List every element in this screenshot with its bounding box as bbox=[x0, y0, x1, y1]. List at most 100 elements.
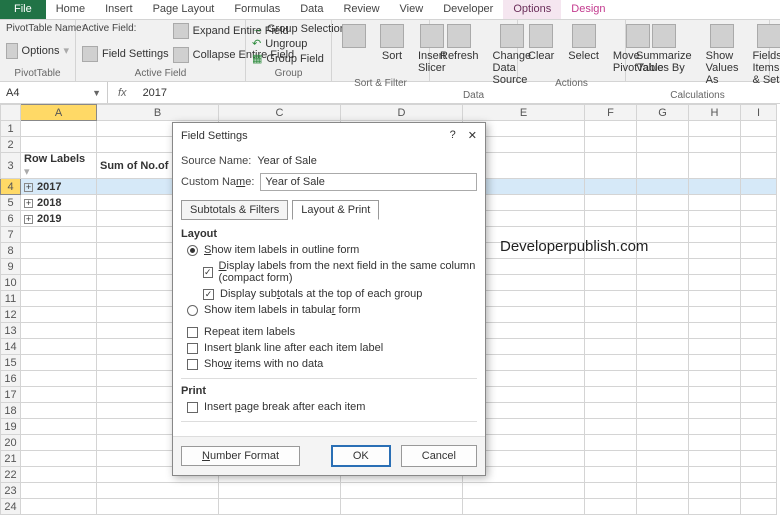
chk-compact[interactable]: ✓ bbox=[203, 267, 213, 278]
ok-button[interactable]: OK bbox=[331, 445, 391, 467]
row-2[interactable]: 2 bbox=[1, 137, 21, 153]
chk-subtotals-top[interactable]: ✓ bbox=[203, 289, 214, 300]
col-F[interactable]: F bbox=[585, 105, 637, 121]
expand-icon[interactable]: + bbox=[24, 215, 33, 224]
cell-A3[interactable]: Row Labels bbox=[24, 153, 85, 165]
opt-blank: Insert blank line after each item label bbox=[204, 342, 383, 354]
col-A[interactable]: A bbox=[21, 105, 97, 121]
group-field[interactable]: Group Field bbox=[266, 53, 323, 65]
row-23[interactable]: 23 bbox=[1, 483, 21, 499]
cell-B3[interactable]: Sum of No.of I bbox=[100, 160, 175, 172]
custom-name-label: Custom Name: bbox=[181, 176, 254, 188]
tab-formulas[interactable]: Formulas bbox=[224, 0, 290, 19]
group-actions: Actions bbox=[524, 76, 619, 89]
tab-view[interactable]: View bbox=[390, 0, 434, 19]
expand-icon[interactable]: + bbox=[24, 183, 33, 192]
tab-layout-print[interactable]: Layout & Print bbox=[292, 200, 379, 220]
opt-repeat: Repeat item labels bbox=[204, 326, 295, 338]
group-sortfilter: Sort & Filter bbox=[338, 76, 423, 89]
print-header: Print bbox=[181, 385, 477, 397]
col-D[interactable]: D bbox=[341, 105, 463, 121]
sort-az-icon[interactable] bbox=[342, 24, 366, 48]
row-3[interactable]: 3 bbox=[1, 153, 21, 179]
fx-label[interactable]: fx bbox=[108, 87, 137, 99]
chk-repeat[interactable] bbox=[187, 327, 198, 338]
row-15[interactable]: 15 bbox=[1, 355, 21, 371]
options-button[interactable]: Options bbox=[22, 45, 60, 57]
tab-review[interactable]: Review bbox=[333, 0, 389, 19]
row-12[interactable]: 12 bbox=[1, 307, 21, 323]
row-20[interactable]: 20 bbox=[1, 435, 21, 451]
col-G[interactable]: G bbox=[637, 105, 689, 121]
row-18[interactable]: 18 bbox=[1, 403, 21, 419]
row-11[interactable]: 11 bbox=[1, 291, 21, 307]
pivot-name-label: PivotTable Name: bbox=[6, 22, 69, 35]
row-4[interactable]: 4 bbox=[1, 179, 21, 195]
opt-outline: Show item labels in outline form bbox=[204, 244, 359, 256]
tab-file[interactable]: File bbox=[0, 0, 46, 19]
row-8[interactable]: 8 bbox=[1, 243, 21, 259]
ribbon-tabs: File Home Insert Page Layout Formulas Da… bbox=[0, 0, 780, 20]
chk-nodata[interactable] bbox=[187, 359, 198, 370]
summarize[interactable]: Summarize Values By bbox=[636, 50, 692, 74]
cell-A4[interactable]: +2017 bbox=[21, 179, 97, 195]
row-7[interactable]: 7 bbox=[1, 227, 21, 243]
tab-home[interactable]: Home bbox=[46, 0, 95, 19]
tab-options[interactable]: Options bbox=[503, 0, 561, 19]
col-B[interactable]: B bbox=[97, 105, 219, 121]
expand-icon[interactable]: + bbox=[24, 199, 33, 208]
row-5[interactable]: 5 bbox=[1, 195, 21, 211]
show-as[interactable]: Show Values As bbox=[706, 50, 739, 86]
custom-name-input[interactable] bbox=[260, 173, 477, 191]
cell-A6[interactable]: +2019 bbox=[21, 211, 97, 227]
radio-outline[interactable] bbox=[187, 245, 198, 256]
col-E[interactable]: E bbox=[463, 105, 585, 121]
row-1[interactable]: 1 bbox=[1, 121, 21, 137]
name-box-dropdown-icon[interactable]: ▼ bbox=[92, 88, 101, 98]
row-13[interactable]: 13 bbox=[1, 323, 21, 339]
ribbon-content: PivotTable Name: Options ▾ PivotTable Ac… bbox=[0, 20, 780, 82]
row-21[interactable]: 21 bbox=[1, 451, 21, 467]
field-settings-button[interactable]: Field Settings bbox=[102, 48, 169, 60]
name-box[interactable]: A4▼ bbox=[0, 82, 108, 103]
row-9[interactable]: 9 bbox=[1, 259, 21, 275]
col-H[interactable]: H bbox=[689, 105, 741, 121]
col-I[interactable]: I bbox=[741, 105, 777, 121]
select[interactable]: Select bbox=[568, 50, 599, 62]
chk-blank[interactable] bbox=[187, 343, 198, 354]
chk-pagebreak[interactable] bbox=[187, 402, 198, 413]
group-data: Data bbox=[436, 88, 511, 101]
collapse-icon bbox=[173, 47, 189, 63]
cancel-button[interactable]: Cancel bbox=[401, 445, 477, 467]
row-24[interactable]: 24 bbox=[1, 499, 21, 515]
field-settings-dialog: Field Settings ? ✕ Source Name:Year of S… bbox=[172, 122, 486, 476]
row-6[interactable]: 6 bbox=[1, 211, 21, 227]
row-22[interactable]: 22 bbox=[1, 467, 21, 483]
radio-tabular[interactable] bbox=[187, 305, 198, 316]
tab-insert[interactable]: Insert bbox=[95, 0, 143, 19]
help-button[interactable]: ? bbox=[450, 129, 456, 142]
row-16[interactable]: 16 bbox=[1, 371, 21, 387]
group-group: Group bbox=[252, 66, 325, 79]
tab-data[interactable]: Data bbox=[290, 0, 333, 19]
sort-button[interactable]: Sort bbox=[382, 50, 402, 62]
tab-pagelayout[interactable]: Page Layout bbox=[143, 0, 225, 19]
refresh[interactable]: Refresh bbox=[440, 50, 479, 62]
row-14[interactable]: 14 bbox=[1, 339, 21, 355]
fields-items[interactable]: Fields, Items & Sets bbox=[752, 50, 780, 86]
row-19[interactable]: 19 bbox=[1, 419, 21, 435]
row-17[interactable]: 17 bbox=[1, 387, 21, 403]
close-button[interactable]: ✕ bbox=[468, 129, 477, 142]
ungroup[interactable]: Ungroup bbox=[265, 38, 307, 50]
cell-A5[interactable]: +2018 bbox=[21, 195, 97, 211]
row-10[interactable]: 10 bbox=[1, 275, 21, 291]
opt-pagebreak: Insert page break after each item bbox=[204, 401, 365, 413]
showas-icon bbox=[710, 24, 734, 48]
col-C[interactable]: C bbox=[219, 105, 341, 121]
clear[interactable]: Clear bbox=[528, 50, 554, 62]
tab-developer[interactable]: Developer bbox=[433, 0, 503, 19]
number-format-button[interactable]: Number Format bbox=[181, 446, 300, 466]
tab-subtotals[interactable]: Subtotals & Filters bbox=[181, 200, 288, 220]
refresh-icon bbox=[447, 24, 471, 48]
tab-design[interactable]: Design bbox=[561, 0, 615, 19]
